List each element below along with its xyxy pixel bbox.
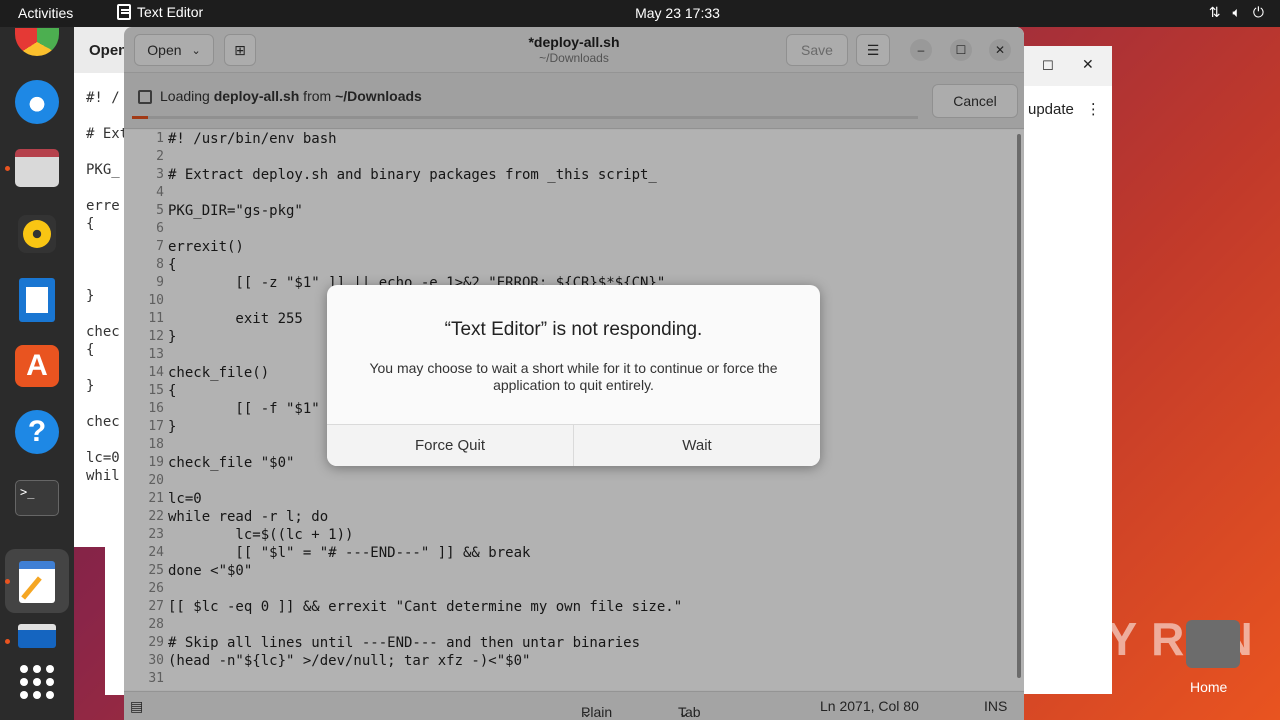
- background-window-strip: [105, 540, 125, 695]
- wait-button[interactable]: Wait: [574, 425, 820, 466]
- home-label[interactable]: Home: [1190, 679, 1227, 695]
- kebab-menu-icon[interactable]: ⋮: [1086, 100, 1101, 118]
- thunderbird-icon[interactable]: [14, 79, 60, 125]
- network-icon: ⇅: [1208, 4, 1221, 20]
- bg-editor-text: #! / # Ext PKG_ erre { } chec { } chec l…: [86, 90, 129, 484]
- maximize-icon[interactable]: ☐: [1042, 58, 1054, 74]
- power-icon: ⏻: [1252, 4, 1264, 20]
- chrome-icon[interactable]: [14, 27, 60, 57]
- dock-running-indicator: [5, 166, 10, 171]
- files-icon[interactable]: [14, 145, 60, 191]
- app-grid-icon[interactable]: [14, 659, 60, 705]
- dialog-title: “Text Editor” is not responding.: [444, 319, 703, 340]
- terminal-icon[interactable]: >_: [14, 475, 60, 521]
- bg-right-titlebar: ☐ ✕: [1020, 46, 1112, 86]
- home-folder-icon[interactable]: [1186, 620, 1240, 668]
- background-right-window[interactable]: ☐ ✕ update ⋮: [1020, 46, 1112, 694]
- dock-running-indicator: [5, 579, 10, 584]
- update-label: update: [1028, 100, 1074, 118]
- help-icon[interactable]: ?: [14, 409, 60, 455]
- update-button[interactable]: update ⋮: [1024, 92, 1108, 126]
- dialog-body: You may choose to wait a short while for…: [369, 360, 778, 393]
- dock: A ? >_: [0, 27, 74, 720]
- clock[interactable]: May 23 17:33: [0, 5, 1280, 21]
- top-bar: Activities Text Editor May 23 17:33 ⇅ 🔈︎…: [0, 0, 1280, 27]
- force-quit-button[interactable]: Force Quit: [327, 425, 574, 466]
- text-editor-icon[interactable]: [14, 559, 60, 605]
- dialog-actions: Force Quit Wait: [327, 424, 820, 466]
- system-tray[interactable]: ⇅ 🔈︎ ⏻: [1209, 4, 1264, 21]
- remote-icon[interactable]: [14, 619, 60, 653]
- not-responding-dialog: “Text Editor” is not responding. You may…: [327, 285, 820, 466]
- close-icon[interactable]: ✕: [1082, 56, 1094, 73]
- rhythmbox-icon[interactable]: [14, 211, 60, 257]
- volume-icon: 🔈︎: [1232, 4, 1241, 20]
- writer-icon[interactable]: [14, 277, 60, 323]
- dock-running-indicator: [5, 639, 10, 644]
- app-center-icon[interactable]: A: [14, 343, 60, 389]
